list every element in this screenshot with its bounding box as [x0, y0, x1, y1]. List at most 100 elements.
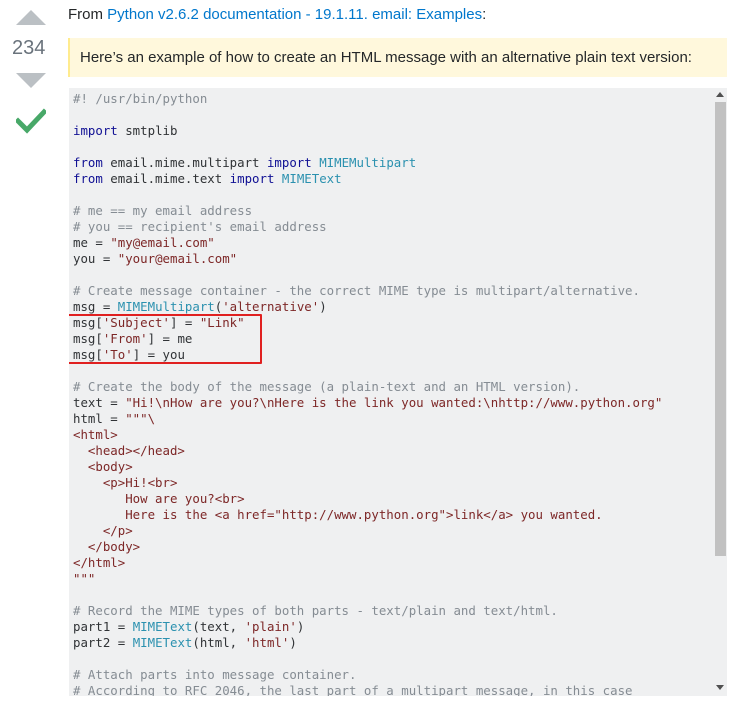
code-line: Here is the <a href="http://www.python.o… [73, 507, 662, 523]
code-line: text = "Hi!\nHow are you?\nHere is the l… [73, 395, 662, 411]
code-line: <body> [73, 459, 662, 475]
code-line: # Attach parts into message container. [73, 667, 662, 683]
code-token: (text, [192, 619, 245, 634]
code-line: msg = MIMEMultipart('alternative') [73, 299, 662, 315]
code-token: part1 = [73, 619, 133, 634]
code-token: #! /usr/bin/python [73, 91, 208, 106]
source-prefix: From [68, 6, 108, 23]
source-suffix: : [482, 6, 487, 23]
code-text: #! /usr/bin/python import smtplib from ema… [73, 91, 662, 696]
code-token: you = [73, 251, 118, 266]
code-token: # Attach parts into message container. [73, 667, 357, 682]
checkmark-icon [16, 108, 46, 134]
downvote-icon[interactable] [16, 73, 46, 88]
code-line: # Create the body of the message (a plai… [73, 379, 662, 395]
code-line: # you == recipient's email address [73, 219, 662, 235]
code-line: import smtplib [73, 123, 662, 139]
code-token: # Create message container - the correct… [73, 283, 640, 298]
code-token: MIMEMultipart [319, 155, 417, 170]
code-token: ) [319, 299, 327, 314]
code-token: email.mime.text [102, 171, 230, 186]
vote-count: 234 [12, 37, 46, 59]
code-token: msg = [73, 299, 118, 314]
code-token: ) [296, 619, 305, 634]
code-token: <html> [73, 427, 118, 442]
code-token: text = [73, 395, 126, 410]
code-token: (html, [192, 635, 245, 650]
code-token: MIMEText [281, 171, 342, 186]
code-token: import [73, 123, 118, 138]
scroll-up-arrow-icon[interactable] [716, 92, 724, 97]
code-token: from [73, 155, 103, 170]
code-token: html = [73, 411, 126, 426]
code-token: import [266, 155, 312, 170]
code-token: smtplib [117, 123, 178, 138]
code-line: # Create message container - the correct… [73, 283, 662, 299]
code-token: from [73, 171, 103, 186]
code-token: 'plain' [244, 619, 297, 634]
code-token: """\ [125, 411, 156, 426]
code-line: from email.mime.text import MIMEText [73, 171, 662, 187]
vertical-scrollbar[interactable] [714, 88, 727, 696]
code-token: Here is the <a href="http://www.python.o… [73, 507, 603, 522]
code-token: <p>Hi!<br> [73, 475, 178, 490]
code-line: part1 = MIMEText(text, 'plain') [73, 619, 662, 635]
code-token: ) [289, 635, 297, 650]
code-token: MIMEText [132, 635, 193, 650]
code-token: 'alternative' [222, 299, 320, 314]
code-token: # According to RFC 2046, the last part o… [73, 683, 633, 696]
code-token: import [229, 171, 275, 186]
highlight-box [69, 314, 262, 364]
blockquote: Here’s an example of how to create an HT… [68, 38, 727, 77]
code-token: <head></head> [73, 443, 185, 458]
code-line: # According to RFC 2046, the last part o… [73, 683, 662, 696]
code-token: MIMEText [132, 619, 193, 634]
code-token: 'html' [244, 635, 290, 650]
code-line: <p>Hi!<br> [73, 475, 662, 491]
code-token: </html> [73, 555, 126, 570]
code-token: email.mime.multipart [102, 155, 267, 170]
code-token: part2 = [73, 635, 133, 650]
documentation-link[interactable]: Python v2.6.2 documentation - 19.1.11. e… [107, 6, 482, 23]
scroll-down-arrow-icon[interactable] [716, 685, 724, 690]
code-line: from email.mime.multipart import MIMEMul… [73, 155, 662, 171]
code-line: # Record the MIME types of both parts - … [73, 603, 662, 619]
code-line: """ [73, 571, 662, 587]
code-token: # me == my email address [73, 203, 253, 218]
code-token: </body> [73, 539, 141, 554]
upvote-icon[interactable] [16, 10, 46, 25]
code-token: <body> [73, 459, 133, 474]
code-line: part2 = MIMEText(html, 'html') [73, 635, 662, 651]
code-token: </p> [73, 523, 133, 538]
source-line: From Python v2.6.2 documentation - 19.1.… [68, 5, 486, 25]
code-token: MIMEMultipart [117, 299, 215, 314]
code-line: <html> [73, 427, 662, 443]
code-token: """ [73, 571, 96, 586]
code-token: How are you?<br> [73, 491, 245, 506]
code-token: me = [73, 235, 111, 250]
code-line: </p> [73, 523, 662, 539]
code-line: <head></head> [73, 443, 662, 459]
code-line: #! /usr/bin/python [73, 91, 662, 107]
code-token: # Record the MIME types of both parts - … [73, 603, 558, 618]
code-line: # me == my email address [73, 203, 662, 219]
code-token: "my@email.com" [110, 235, 215, 250]
scroll-thumb[interactable] [715, 102, 726, 556]
code-token: # you == recipient's email address [73, 219, 327, 234]
code-line: me = "my@email.com" [73, 235, 662, 251]
code-block[interactable]: #! /usr/bin/python import smtplib from ema… [69, 88, 727, 696]
code-token: "Hi!\nHow are you?\nHere is the link you… [125, 395, 663, 410]
code-line: </html> [73, 555, 662, 571]
code-line: html = """\ [73, 411, 662, 427]
code-line: you = "your@email.com" [73, 251, 662, 267]
code-token: "your@email.com" [117, 251, 238, 266]
code-line: How are you?<br> [73, 491, 662, 507]
code-line: </body> [73, 539, 662, 555]
